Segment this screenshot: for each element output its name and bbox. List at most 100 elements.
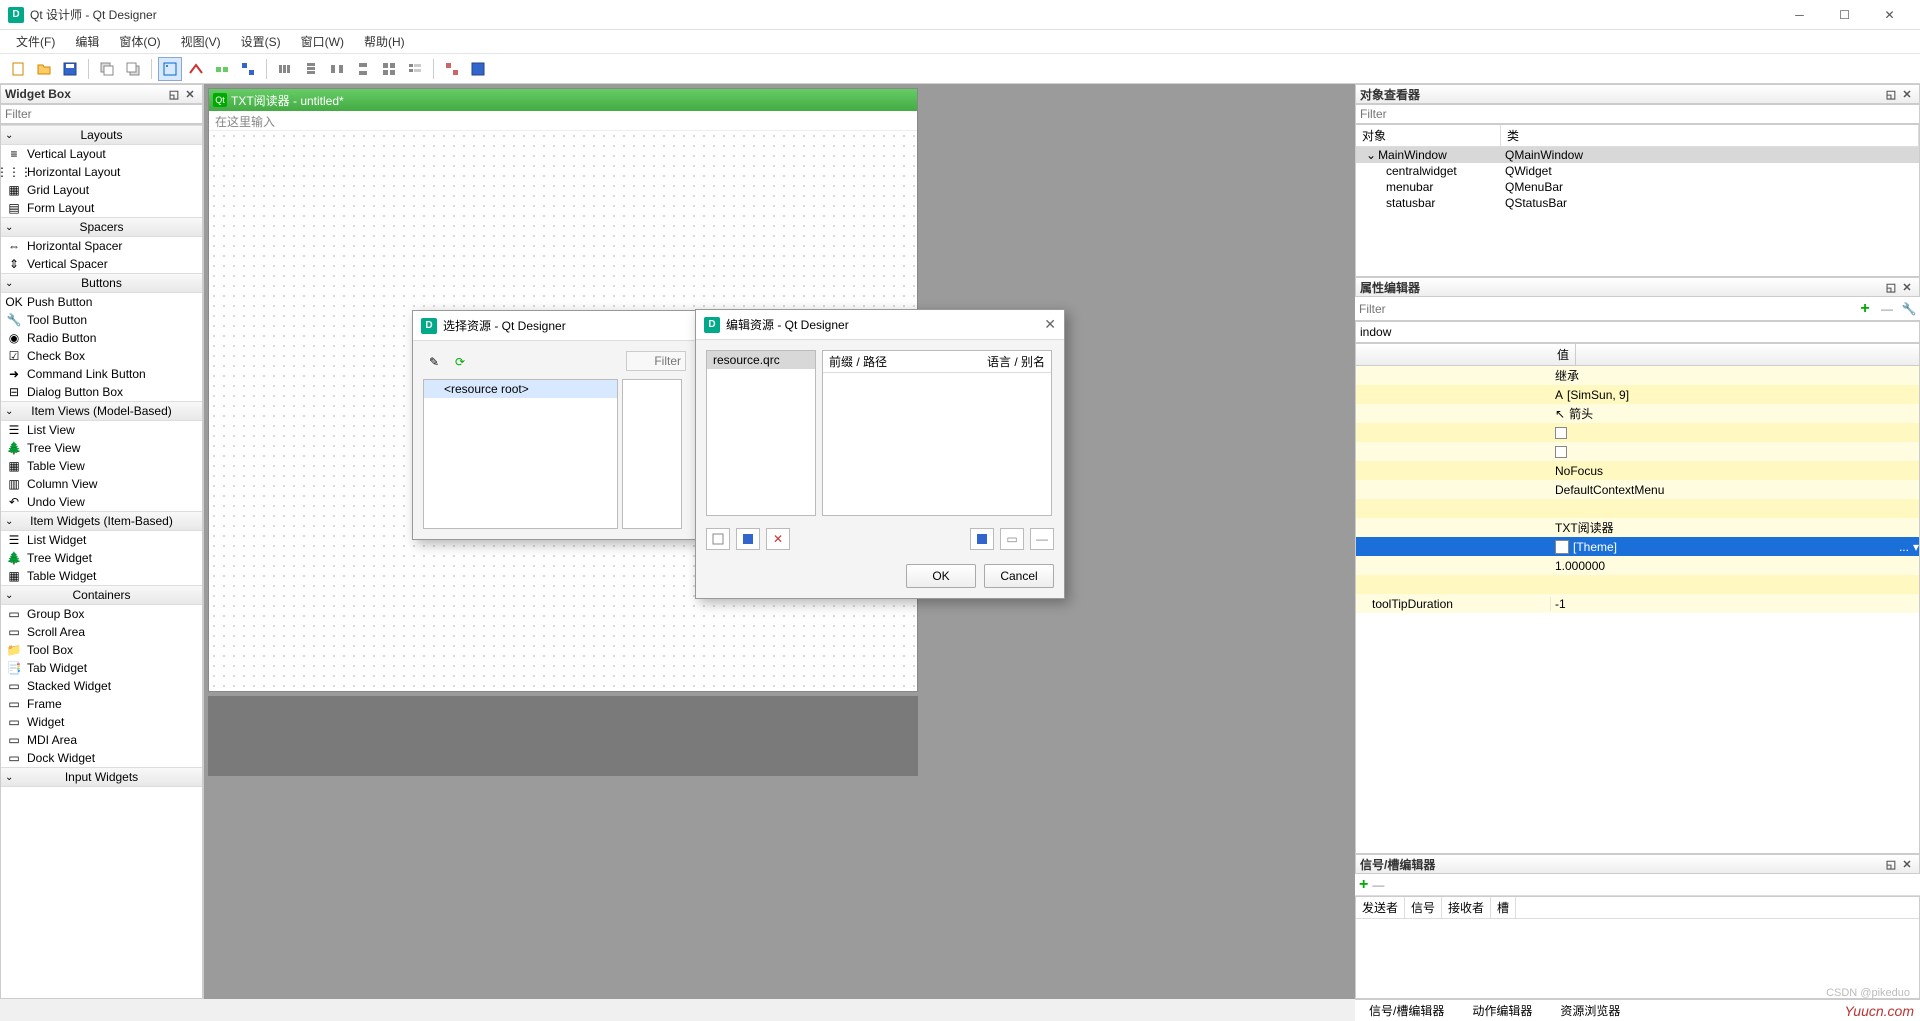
tab-signal-slot[interactable]: 信号/槽编辑器	[1363, 1000, 1450, 1021]
widget-item[interactable]: ▭Frame	[1, 695, 202, 713]
layout-v-icon[interactable]	[299, 57, 323, 81]
close-button[interactable]: ✕	[1867, 1, 1912, 29]
resource-filter[interactable]	[626, 351, 686, 371]
widget-item[interactable]: ◉Radio Button	[1, 329, 202, 347]
open-qrc-icon[interactable]	[736, 528, 760, 550]
property-row[interactable]: 继承	[1356, 366, 1919, 385]
property-grid[interactable]: 属性 值 继承A [SimSun, 9]↖ 箭头NoFocusDefaultCo…	[1355, 343, 1920, 854]
signal-slot-table[interactable]: 发送者 信号 接收者 槽	[1355, 896, 1920, 999]
tab-resource-browser[interactable]: 资源浏览器	[1554, 1000, 1626, 1021]
menu-file[interactable]: 文件(F)	[6, 31, 65, 52]
dialog-close-icon[interactable]: ✕	[1044, 316, 1056, 333]
widget-category[interactable]: ⌄Item Widgets (Item-Based)	[1, 511, 202, 531]
widget-box-tree[interactable]: ⌄Layouts≡Vertical Layout⋮⋮⋮Horizontal La…	[0, 124, 203, 999]
tab-action-editor[interactable]: 动作编辑器	[1466, 1000, 1538, 1021]
close-icon[interactable]: ✕	[182, 86, 198, 102]
remove-file-icon[interactable]: —	[1030, 528, 1054, 550]
widget-item[interactable]: ▦Table View	[1, 457, 202, 475]
object-tree-row[interactable]: centralwidgetQWidget	[1356, 163, 1919, 179]
property-row[interactable]: A [SimSun, 9]	[1356, 385, 1919, 404]
widget-item[interactable]: ⇔Horizontal Spacer	[1, 237, 202, 255]
property-filter[interactable]	[1355, 300, 1854, 318]
open-file-icon[interactable]	[32, 57, 56, 81]
object-tree[interactable]: 对象 类 ⌄ MainWindowQMainWindow centralwidg…	[1355, 124, 1920, 277]
widget-item[interactable]: ⇕Vertical Spacer	[1, 255, 202, 273]
minimize-button[interactable]: ─	[1777, 1, 1822, 29]
property-row[interactable]: DefaultContextMenu	[1356, 480, 1919, 499]
property-row[interactable]	[1356, 499, 1919, 518]
remove-signal-icon[interactable]: —	[1372, 878, 1384, 892]
refresh-icon[interactable]: ⟳	[449, 351, 471, 373]
menu-view[interactable]: 视图(V)	[171, 31, 231, 52]
close-icon[interactable]: ✕	[1899, 279, 1915, 295]
prefix-path-list[interactable]: 前缀 / 路径 语言 / 别名	[822, 350, 1052, 516]
add-file-icon[interactable]: ▭	[1000, 528, 1024, 550]
menu-window[interactable]: 窗口(W)	[291, 31, 354, 52]
restore-icon[interactable]: ◱	[1883, 86, 1899, 102]
widget-item[interactable]: ➜Command Link Button	[1, 365, 202, 383]
widget-item[interactable]: OKPush Button	[1, 293, 202, 311]
object-tree-row[interactable]: ⌄ MainWindowQMainWindow	[1356, 147, 1919, 163]
property-row[interactable]: [Theme]...▾	[1356, 537, 1919, 556]
object-tree-row[interactable]: menubarQMenuBar	[1356, 179, 1919, 195]
widget-item[interactable]: ☑Check Box	[1, 347, 202, 365]
form-menubar[interactable]: 在这里输入	[209, 111, 917, 131]
widget-category[interactable]: ⌄Input Widgets	[1, 767, 202, 787]
restore-icon[interactable]: ◱	[166, 86, 182, 102]
save-icon[interactable]	[58, 57, 82, 81]
widget-item[interactable]: 🔧Tool Button	[1, 311, 202, 329]
layout-hsplit-icon[interactable]	[325, 57, 349, 81]
adjust-size-icon[interactable]	[466, 57, 490, 81]
widget-item[interactable]: ↶Undo View	[1, 493, 202, 511]
checkbox-icon[interactable]	[1555, 446, 1567, 458]
qrc-file-item[interactable]: resource.qrc	[707, 351, 815, 369]
object-inspector-filter[interactable]	[1355, 104, 1920, 124]
property-row[interactable]: 1.000000	[1356, 556, 1919, 575]
widget-category[interactable]: ⌄Buttons	[1, 273, 202, 293]
layout-h-icon[interactable]	[273, 57, 297, 81]
remove-property-icon[interactable]: —	[1876, 299, 1898, 319]
widget-item[interactable]: ▭MDI Area	[1, 731, 202, 749]
widget-item[interactable]: 🌲Tree View	[1, 439, 202, 457]
menu-form[interactable]: 窗体(O)	[109, 31, 170, 52]
widget-item[interactable]: ☰List View	[1, 421, 202, 439]
edit-buddies-icon[interactable]	[210, 57, 234, 81]
layout-form-icon[interactable]	[403, 57, 427, 81]
menu-edit[interactable]: 编辑	[65, 31, 109, 52]
col-slot[interactable]: 槽	[1491, 897, 1516, 918]
widget-category[interactable]: ⌄Item Views (Model-Based)	[1, 401, 202, 421]
widget-box-filter[interactable]	[0, 104, 203, 124]
widget-item[interactable]: ▦Grid Layout	[1, 181, 202, 199]
edit-taborder-icon[interactable]	[236, 57, 260, 81]
property-row[interactable]	[1356, 423, 1919, 442]
close-icon[interactable]: ✕	[1899, 86, 1915, 102]
widget-item[interactable]: ▭Stacked Widget	[1, 677, 202, 695]
col-sender[interactable]: 发送者	[1356, 897, 1405, 918]
new-prefix-icon[interactable]	[970, 528, 994, 550]
widget-category[interactable]: ⌄Layouts	[1, 125, 202, 145]
widget-item[interactable]: ▭Dock Widget	[1, 749, 202, 767]
layout-vsplit-icon[interactable]	[351, 57, 375, 81]
remove-qrc-icon[interactable]: ✕	[766, 528, 790, 550]
col-signal[interactable]: 信号	[1405, 897, 1442, 918]
menu-settings[interactable]: 设置(S)	[231, 31, 291, 52]
object-tree-row[interactable]: statusbarQStatusBar	[1356, 195, 1919, 211]
new-file-icon[interactable]	[6, 57, 30, 81]
widget-item[interactable]: ▭Scroll Area	[1, 623, 202, 641]
close-icon[interactable]: ✕	[1899, 856, 1915, 872]
property-row[interactable]	[1356, 442, 1919, 461]
send-back-icon[interactable]	[95, 57, 119, 81]
widget-item[interactable]: ≡Vertical Layout	[1, 145, 202, 163]
widget-category[interactable]: ⌄Containers	[1, 585, 202, 605]
property-row[interactable]: toolTipDuration-1	[1356, 594, 1919, 613]
menu-help[interactable]: 帮助(H)	[354, 31, 415, 52]
property-object-selector[interactable]: indow	[1355, 321, 1920, 343]
property-row[interactable]: ↖ 箭头	[1356, 404, 1919, 423]
restore-icon[interactable]: ◱	[1883, 856, 1899, 872]
widget-item[interactable]: 📁Tool Box	[1, 641, 202, 659]
widget-item[interactable]: ▥Column View	[1, 475, 202, 493]
new-qrc-icon[interactable]	[706, 528, 730, 550]
resource-tree[interactable]: <resource root>	[423, 379, 618, 529]
pencil-icon[interactable]: ✎	[423, 351, 445, 373]
col-class[interactable]: 类	[1501, 125, 1919, 146]
